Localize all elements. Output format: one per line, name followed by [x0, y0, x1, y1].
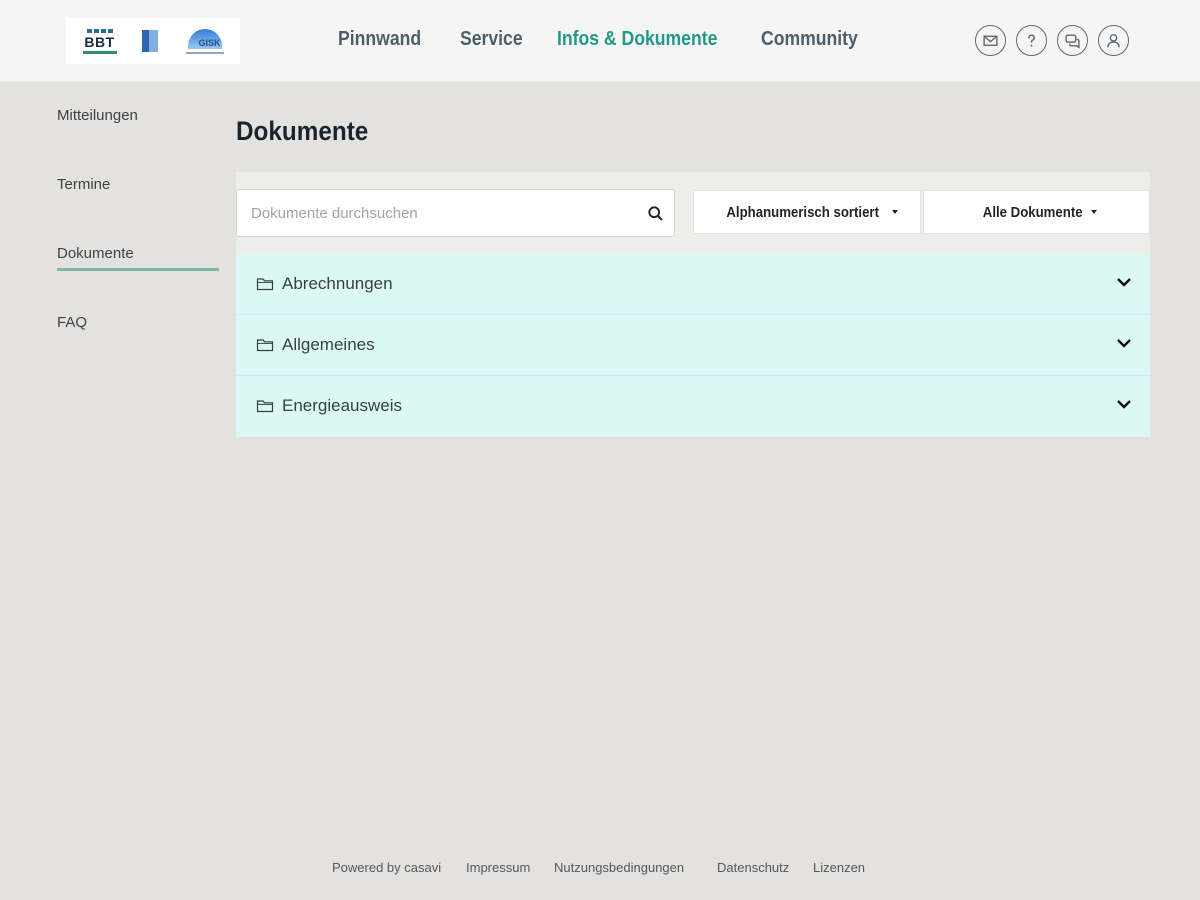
folder-label: Energieausweis [282, 396, 403, 415]
top-header: BBT GISK Pinnwand Service Infos & Dokume… [0, 0, 1200, 82]
help-icon [1028, 34, 1035, 47]
search-box [236, 189, 675, 237]
sort-label: Alphanumerisch sortiert [726, 203, 880, 221]
search-icon[interactable] [647, 205, 664, 222]
footer-nutzungsbedingungen[interactable]: Nutzungsbedingungen [554, 860, 684, 875]
folder-list: Abrechnungen Allgemeines Energieausweis [236, 254, 1150, 437]
page-title: Dokumente [236, 116, 369, 146]
mail-button[interactable] [975, 25, 1006, 56]
folder-label: Abrechnungen [282, 274, 393, 293]
footer-impressum[interactable]: Impressum [466, 860, 530, 875]
caret-down-icon [891, 210, 898, 214]
folder-label: Allgemeines [282, 335, 375, 354]
building-logo [141, 30, 161, 52]
nav-service[interactable]: Service [460, 28, 523, 51]
folder-row-allgemeines[interactable]: Allgemeines [236, 315, 1150, 376]
folder-icon [256, 339, 274, 352]
chevron-down-icon[interactable] [1116, 276, 1132, 288]
nav-infos-dokumente[interactable]: Infos & Dokumente [557, 28, 717, 51]
footer-datenschutz[interactable]: Datenschutz [717, 860, 789, 875]
chat-icon [1065, 34, 1080, 49]
sidebar-item-dokumente[interactable]: Dokumente [57, 245, 134, 262]
search-input[interactable] [237, 190, 637, 236]
folder-row-abrechnungen[interactable]: Abrechnungen [236, 254, 1150, 315]
folder-icon [256, 400, 274, 413]
sidebar-item-termine[interactable]: Termine [57, 176, 110, 193]
nav-community[interactable]: Community [761, 28, 858, 51]
sidebar-active-indicator [57, 268, 219, 271]
user-button[interactable] [1098, 25, 1129, 56]
footer-powered-by[interactable]: Powered by casavi [332, 860, 441, 875]
sort-dropdown[interactable]: Alphanumerisch sortiert [693, 190, 921, 234]
chat-button[interactable] [1057, 25, 1088, 56]
gisk-logo: GISK [185, 28, 224, 54]
user-icon [1107, 33, 1120, 48]
folder-icon [256, 278, 274, 291]
caret-down-icon [1091, 210, 1098, 214]
sidebar-item-faq[interactable]: FAQ [57, 314, 87, 331]
bbt-logo: BBT [82, 28, 117, 54]
help-button[interactable] [1016, 25, 1047, 56]
chevron-down-icon[interactable] [1116, 337, 1132, 349]
sidebar-item-mitteilungen[interactable]: Mitteilungen [57, 107, 138, 124]
nav-pinnwand[interactable]: Pinnwand [338, 28, 421, 51]
filter-label: Alle Dokumente [982, 203, 1083, 221]
document-toolbar: Alphanumerisch sortiert Alle Dokumente [236, 172, 1150, 254]
folder-row-energieausweis[interactable]: Energieausweis [236, 376, 1150, 437]
mail-icon [983, 35, 998, 46]
chevron-down-icon[interactable] [1116, 398, 1132, 410]
company-logo[interactable]: BBT GISK [66, 18, 240, 64]
footer-lizenzen[interactable]: Lizenzen [813, 860, 865, 875]
filter-dropdown[interactable]: Alle Dokumente [923, 190, 1150, 234]
